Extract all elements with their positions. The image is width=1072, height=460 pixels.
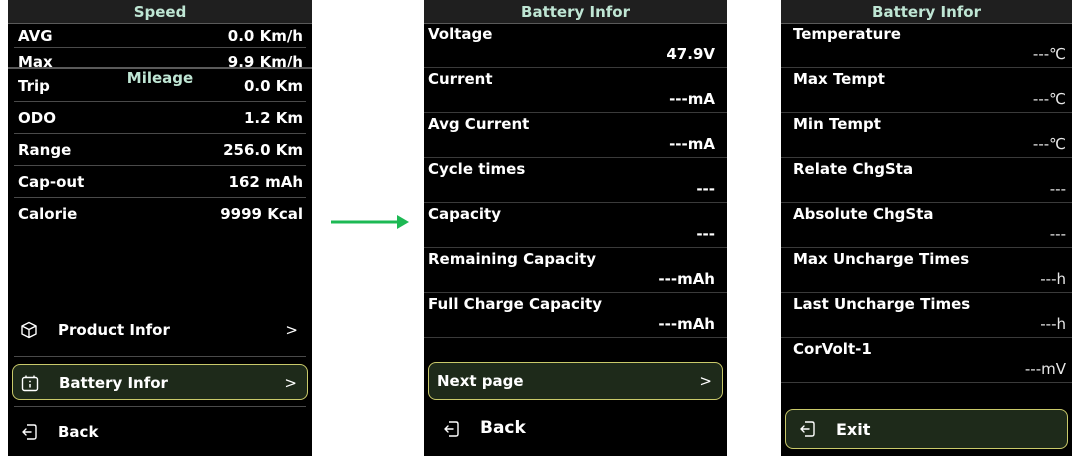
battery-row-voltage: Voltage 47.9V bbox=[424, 24, 727, 68]
menu-divider bbox=[14, 406, 306, 407]
battery-row-max-uncharge-times: Max Uncharge Times ---h bbox=[781, 249, 1072, 293]
speed-header-bar: Speed bbox=[8, 0, 312, 24]
speed-header: Speed bbox=[133, 3, 187, 21]
menu-label: Product Infor bbox=[58, 321, 170, 339]
chevron-right-icon: > bbox=[285, 321, 298, 339]
row-value: ---mAh bbox=[658, 315, 715, 333]
row-label: Relate ChgSta bbox=[793, 160, 914, 178]
back-button[interactable]: Back bbox=[428, 411, 723, 447]
row-value: ---mA bbox=[669, 135, 715, 153]
row-value: ---mV bbox=[1024, 360, 1066, 378]
row-label: Capacity bbox=[428, 205, 501, 223]
battery-info-icon bbox=[21, 374, 39, 392]
battery-row-max-tempt: Max Tempt ---℃ bbox=[781, 69, 1072, 113]
product-infor-menu-item[interactable]: Product Infor > bbox=[12, 312, 308, 348]
row-value: ---mAh bbox=[658, 270, 715, 288]
battery-header-bar: Battery Infor bbox=[424, 0, 727, 24]
battery-row-current: Current ---mA bbox=[424, 69, 727, 113]
row-value: ---h bbox=[1040, 315, 1066, 333]
exit-icon bbox=[798, 420, 816, 438]
row-label: Range bbox=[18, 141, 72, 159]
row-label: Max Uncharge Times bbox=[793, 250, 970, 268]
back-menu-item[interactable]: Back bbox=[12, 414, 308, 450]
row-label: Absolute ChgSta bbox=[793, 205, 934, 223]
back-icon bbox=[20, 423, 38, 441]
row-value: 0.0 Km/h bbox=[227, 27, 303, 45]
row-label: Trip bbox=[18, 77, 50, 95]
row-value: ---℃ bbox=[1032, 90, 1066, 108]
button-label: Exit bbox=[836, 420, 871, 439]
chevron-right-icon: > bbox=[284, 374, 297, 392]
row-value: ---h bbox=[1040, 270, 1066, 288]
battery-row-corvolt-1: CorVolt-1 ---mV bbox=[781, 339, 1072, 383]
battery-row-cycle-times: Cycle times --- bbox=[424, 159, 727, 203]
row-value: ---℃ bbox=[1032, 45, 1066, 63]
battery-row-relate-chgsta: Relate ChgSta --- bbox=[781, 159, 1072, 203]
row-value: 162 mAh bbox=[228, 173, 303, 191]
row-label: Remaining Capacity bbox=[428, 250, 597, 268]
row-label: Current bbox=[428, 70, 493, 88]
row-value: ---℃ bbox=[1032, 135, 1066, 153]
battery-row-full-charge-capacity: Full Charge Capacity ---mAh bbox=[424, 294, 727, 338]
mileage-row-trip: Trip 0.0 Km bbox=[8, 70, 312, 102]
mileage-row-odo: ODO 1.2 Km bbox=[8, 102, 312, 134]
mileage-divider bbox=[8, 67, 312, 69]
battery-row-avg-current: Avg Current ---mA bbox=[424, 114, 727, 158]
battery-row-remaining-capacity: Remaining Capacity ---mAh bbox=[424, 249, 727, 293]
battery-header: Battery Infor bbox=[521, 3, 630, 21]
battery-row-temperature: Temperature ---℃ bbox=[781, 24, 1072, 68]
row-label: Temperature bbox=[793, 25, 901, 43]
cube-icon bbox=[20, 321, 38, 339]
battery-row-capacity: Capacity --- bbox=[424, 204, 727, 248]
row-label: Calorie bbox=[18, 205, 78, 223]
mileage-row-calorie: Calorie 9999 Kcal bbox=[8, 198, 312, 230]
battery-header-bar: Battery Infor bbox=[781, 0, 1072, 24]
row-label: Max Tempt bbox=[793, 70, 885, 88]
row-value: --- bbox=[696, 225, 715, 243]
row-value: 47.9V bbox=[666, 45, 715, 63]
back-icon bbox=[442, 420, 460, 438]
mileage-row-capout: Cap-out 162 mAh bbox=[8, 166, 312, 198]
battery-infor-page-2: Battery Infor Temperature ---℃ Max Tempt… bbox=[781, 0, 1072, 456]
battery-header: Battery Infor bbox=[872, 3, 981, 21]
button-label: Back bbox=[480, 418, 526, 438]
row-label: Voltage bbox=[428, 25, 493, 43]
row-value: ---mA bbox=[669, 90, 715, 108]
chevron-right-icon: > bbox=[699, 372, 712, 390]
row-value: 0.0 Km bbox=[243, 77, 303, 95]
arrow-right-icon bbox=[331, 212, 411, 232]
battery-row-last-uncharge-times: Last Uncharge Times ---h bbox=[781, 294, 1072, 338]
row-value: --- bbox=[1049, 180, 1066, 198]
button-label: Next page bbox=[437, 372, 524, 390]
menu-divider bbox=[14, 356, 306, 357]
row-label: Min Tempt bbox=[793, 115, 881, 133]
main-info-screen: Speed AVG 0.0 Km/h Max 9.9 Km/h Mileage … bbox=[8, 0, 312, 456]
menu-label: Battery Infor bbox=[59, 374, 168, 392]
battery-row-min-tempt: Min Tempt ---℃ bbox=[781, 114, 1072, 158]
row-label: CorVolt-1 bbox=[793, 340, 872, 358]
speed-row-avg: AVG 0.0 Km/h bbox=[8, 24, 312, 48]
row-label: Avg Current bbox=[428, 115, 530, 133]
battery-infor-page-1: Battery Infor Voltage 47.9V Current ---m… bbox=[424, 0, 727, 456]
row-value: --- bbox=[696, 180, 715, 198]
row-value: 1.2 Km bbox=[243, 109, 303, 127]
row-label: AVG bbox=[18, 27, 53, 45]
row-value: --- bbox=[1049, 225, 1066, 243]
exit-button[interactable]: Exit bbox=[785, 409, 1068, 449]
next-page-button[interactable]: Next page > bbox=[428, 362, 723, 400]
mileage-row-range: Range 256.0 Km bbox=[8, 134, 312, 166]
row-value: 9999 Kcal bbox=[220, 205, 303, 223]
row-label: Cycle times bbox=[428, 160, 526, 178]
row-value: 256.0 Km bbox=[223, 141, 303, 159]
row-label: ODO bbox=[18, 109, 56, 127]
battery-infor-menu-item[interactable]: Battery Infor > bbox=[12, 364, 308, 400]
row-label: Last Uncharge Times bbox=[793, 295, 971, 313]
row-label: Cap-out bbox=[18, 173, 85, 191]
menu-label: Back bbox=[58, 423, 99, 441]
row-label: Full Charge Capacity bbox=[428, 295, 602, 313]
battery-row-absolute-chgsta: Absolute ChgSta --- bbox=[781, 204, 1072, 248]
